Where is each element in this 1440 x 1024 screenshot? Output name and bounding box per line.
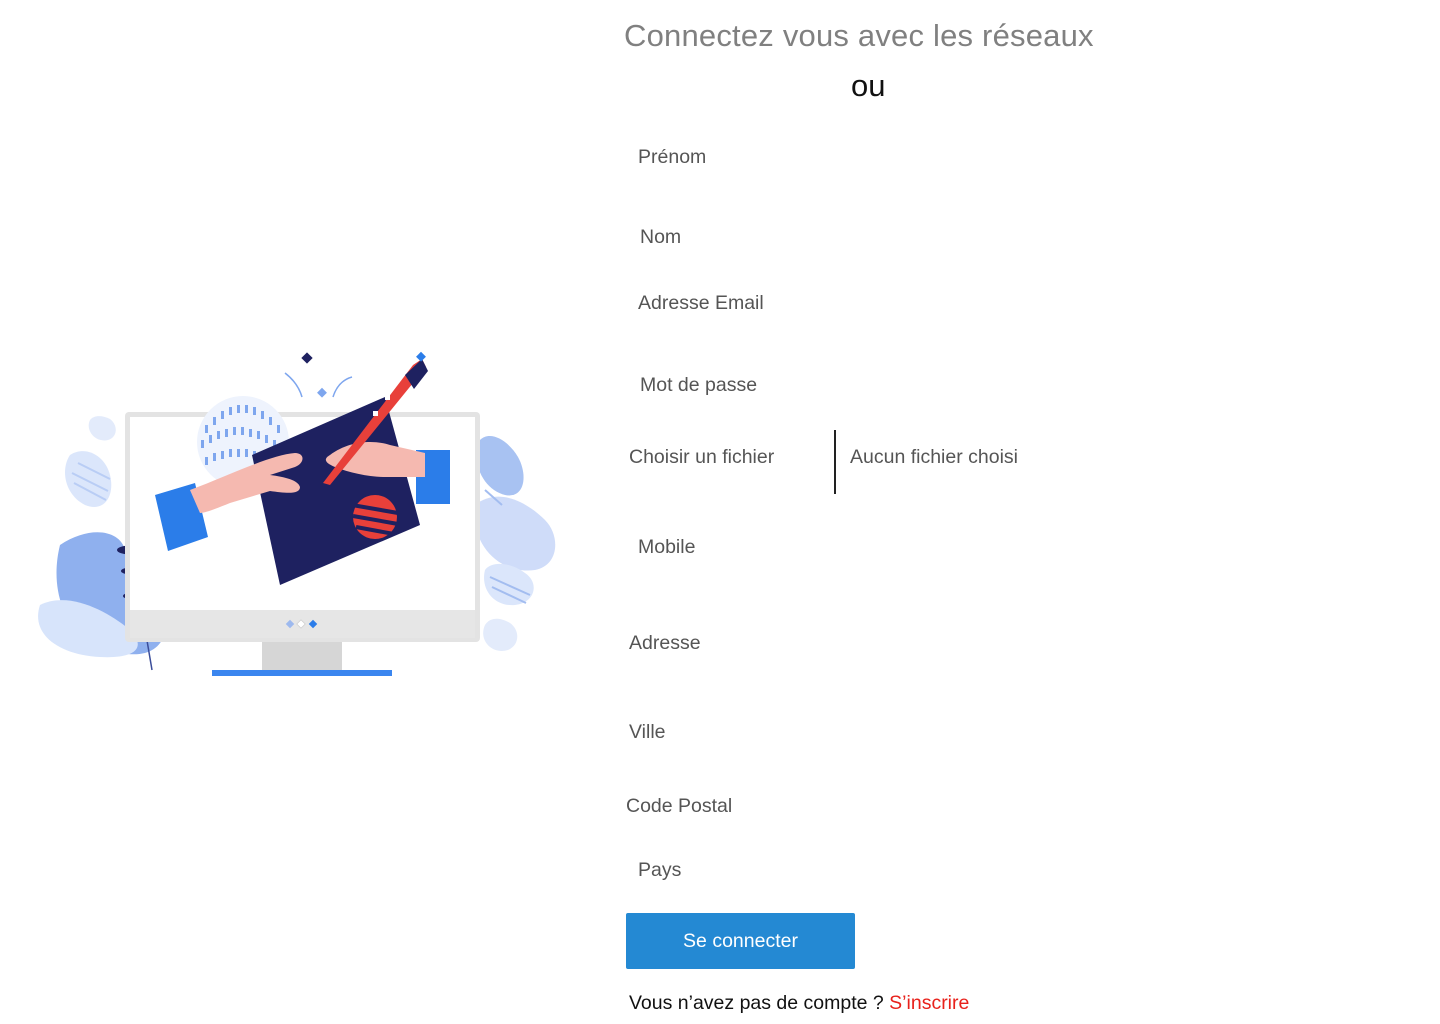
- password-input[interactable]: [640, 370, 1060, 400]
- or-separator: ou: [851, 68, 886, 103]
- country-input[interactable]: [638, 855, 1058, 885]
- file-upload: Choisir un fichier Aucun fichier choisi: [629, 430, 1089, 494]
- first-name-input[interactable]: [638, 142, 1058, 172]
- city-input[interactable]: [629, 717, 1049, 747]
- social-login-heading: Connectez vous avec les réseaux: [624, 18, 1094, 53]
- signup-prompt: Vous n’avez pas de compte ? S’inscrire: [629, 992, 969, 1015]
- file-divider: [834, 430, 836, 494]
- submit-button[interactable]: Se connecter: [626, 913, 855, 969]
- email-input[interactable]: [638, 288, 1058, 318]
- signup-link[interactable]: S’inscrire: [889, 992, 969, 1014]
- last-name-input[interactable]: [640, 222, 1060, 252]
- postal-code-input[interactable]: [626, 791, 1046, 821]
- computer-signing-illustration: [38, 351, 556, 676]
- mobile-input[interactable]: [638, 532, 1058, 562]
- choose-file-button[interactable]: Choisir un fichier: [629, 446, 774, 469]
- signup-page: Connectez vous avec les réseaux ou Chois…: [0, 0, 1440, 1024]
- address-input[interactable]: [629, 628, 1049, 658]
- signup-prompt-text: Vous n’avez pas de compte ?: [629, 992, 890, 1014]
- file-status-text: Aucun fichier choisi: [850, 446, 1018, 468]
